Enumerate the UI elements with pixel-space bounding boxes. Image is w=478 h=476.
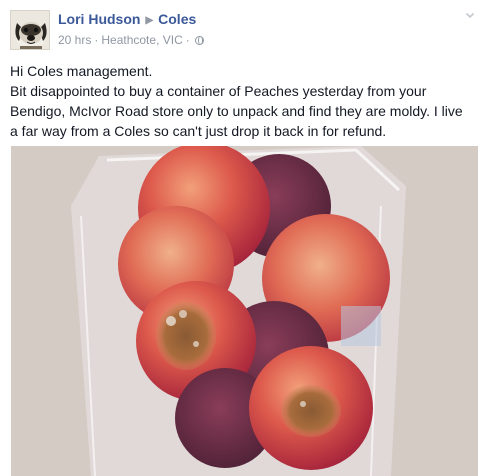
moldy-peaches-image — [11, 146, 478, 476]
author-avatar[interactable] — [10, 10, 50, 50]
post-timestamp[interactable]: 20 hrs — [58, 33, 91, 47]
post-body-line: Bit disappointed to buy a container of P… — [10, 83, 463, 139]
posted-to-arrow-icon: ▶ — [145, 15, 154, 26]
globe-icon[interactable] — [194, 36, 204, 45]
meta-separator: · — [185, 33, 190, 47]
post-photo[interactable] — [11, 146, 478, 476]
post-location[interactable]: Heathcote, VIC — [101, 33, 182, 47]
author-name-link[interactable]: Lori Hudson — [58, 11, 140, 27]
facebook-post: Lori Hudson ▶ Coles 20 hrs · Heathcote, VIC ·… — [0, 0, 478, 476]
post-header: Lori Hudson ▶ Coles — [58, 11, 196, 27]
chevron-down-icon[interactable] — [465, 10, 475, 20]
post-meta: 20 hrs · Heathcote, VIC · — [58, 33, 204, 47]
target-page-link[interactable]: Coles — [158, 11, 196, 27]
post-body: Hi Coles management. Bit disappointed to… — [10, 61, 474, 141]
meta-separator: · — [94, 33, 99, 47]
post-body-line: Hi Coles management. — [10, 63, 153, 79]
avatar-dog-image — [11, 11, 49, 49]
